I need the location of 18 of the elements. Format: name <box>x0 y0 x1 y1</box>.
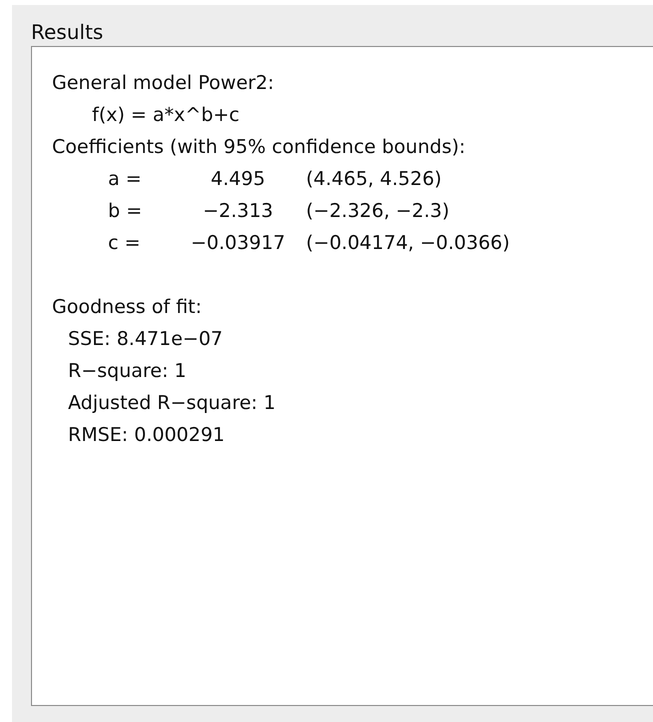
fit-statistic: R−square: 1 <box>68 359 186 384</box>
coefficient-value: 4.495 <box>210 167 266 192</box>
panel-title: Results <box>31 19 104 46</box>
coefficient-name: a = <box>108 167 143 192</box>
coefficient-value: −2.313 <box>202 199 274 224</box>
confidence-bounds: (−2.326, −2.3) <box>306 199 450 224</box>
model-formula: f(x) = a*x^b+c <box>92 103 240 128</box>
fit-statistic: RMSE: 0.000291 <box>68 423 225 448</box>
confidence-bounds: (−0.04174, −0.0366) <box>306 231 510 256</box>
fit-statistic: SSE: 8.471e−07 <box>68 327 223 352</box>
goodness-heading: Goodness of fit: <box>52 295 202 320</box>
coefficient-name: b = <box>108 199 144 224</box>
model-heading: General model Power2: <box>52 71 274 96</box>
coefficients-heading: Coefficients (with 95% confidence bounds): <box>52 135 466 160</box>
coefficient-value: −0.03917 <box>190 231 286 256</box>
coefficient-name: c = <box>108 231 142 256</box>
confidence-bounds: (4.465, 4.526) <box>306 167 442 192</box>
fit-statistic: Adjusted R−square: 1 <box>68 391 276 416</box>
